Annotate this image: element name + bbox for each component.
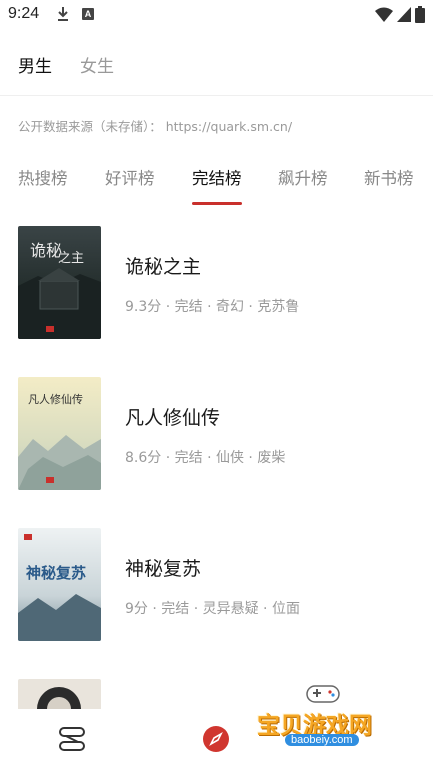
gender-tabs: 男生 女生: [18, 52, 114, 77]
shelf-icon[interactable]: [58, 725, 86, 753]
tab-top-rated[interactable]: 好评榜: [105, 165, 155, 189]
book-item[interactable]: 凡人修仙传 凡人修仙传 8.6分 · 完结 · 仙侠 · 废柴: [0, 377, 433, 491]
tab-new-books[interactable]: 新书榜: [364, 165, 414, 189]
data-source-note: 公开数据来源（未存储）： https://quark.sm.cn/: [18, 119, 293, 134]
svg-text:神秘复苏: 神秘复苏: [26, 564, 86, 582]
signal-icon: [397, 7, 411, 22]
download-icon: [58, 7, 68, 21]
tab-male[interactable]: 男生: [18, 52, 52, 77]
book-title[interactable]: 神秘复苏: [125, 554, 201, 581]
status-time: 9:24: [8, 5, 40, 22]
rank-tabs: 热搜榜 好评榜 完结榜 飙升榜 新书榜: [0, 165, 433, 207]
svg-text:凡人修仙传: 凡人修仙传: [28, 392, 83, 406]
book-list: 诡秘 之主 诡秘之主 9.3分 · 完结 · 奇幻 · 克苏鲁 凡人修仙传 凡人…: [0, 226, 433, 709]
watermark-url: baobeiy.com: [285, 734, 359, 746]
active-tab-indicator: [192, 202, 242, 205]
watermark: 宝贝游戏网 baobeiy.com: [255, 680, 405, 760]
tab-hot-search[interactable]: 热搜榜: [18, 165, 68, 189]
gamepad-icon: [306, 685, 340, 703]
book-title[interactable]: 诡秘之主: [125, 252, 201, 279]
app-notification-icon: A: [82, 8, 94, 20]
status-bar: 9:24 A: [0, 0, 433, 30]
tab-female[interactable]: 女生: [80, 52, 114, 77]
tab-completed[interactable]: 完结榜: [192, 165, 242, 189]
book-meta: 9.3分 · 完结 · 奇幻 · 克苏鲁: [125, 299, 300, 315]
book-cover[interactable]: [18, 679, 101, 709]
svg-text:之主: 之主: [58, 251, 84, 266]
book-title[interactable]: 凡人修仙传: [125, 403, 220, 430]
book-item[interactable]: 神秘复苏 神秘复苏 9分 · 完结 · 灵异悬疑 · 位面: [0, 528, 433, 642]
battery-icon: [415, 6, 425, 23]
tab-rising[interactable]: 飙升榜: [278, 165, 328, 189]
book-item[interactable]: 诡秘 之主 诡秘之主 9.3分 · 完结 · 奇幻 · 克苏鲁: [0, 226, 433, 340]
book-meta: 8.6分 · 完结 · 仙侠 · 废柴: [125, 450, 286, 466]
book-meta: 9分 · 完结 · 灵异悬疑 · 位面: [125, 601, 300, 617]
wifi-icon: [375, 7, 393, 22]
divider: [0, 95, 433, 96]
book-cover[interactable]: 凡人修仙传: [18, 377, 101, 490]
compass-icon[interactable]: [203, 726, 229, 752]
book-cover[interactable]: 诡秘 之主: [18, 226, 101, 339]
book-cover[interactable]: 神秘复苏: [18, 528, 101, 641]
